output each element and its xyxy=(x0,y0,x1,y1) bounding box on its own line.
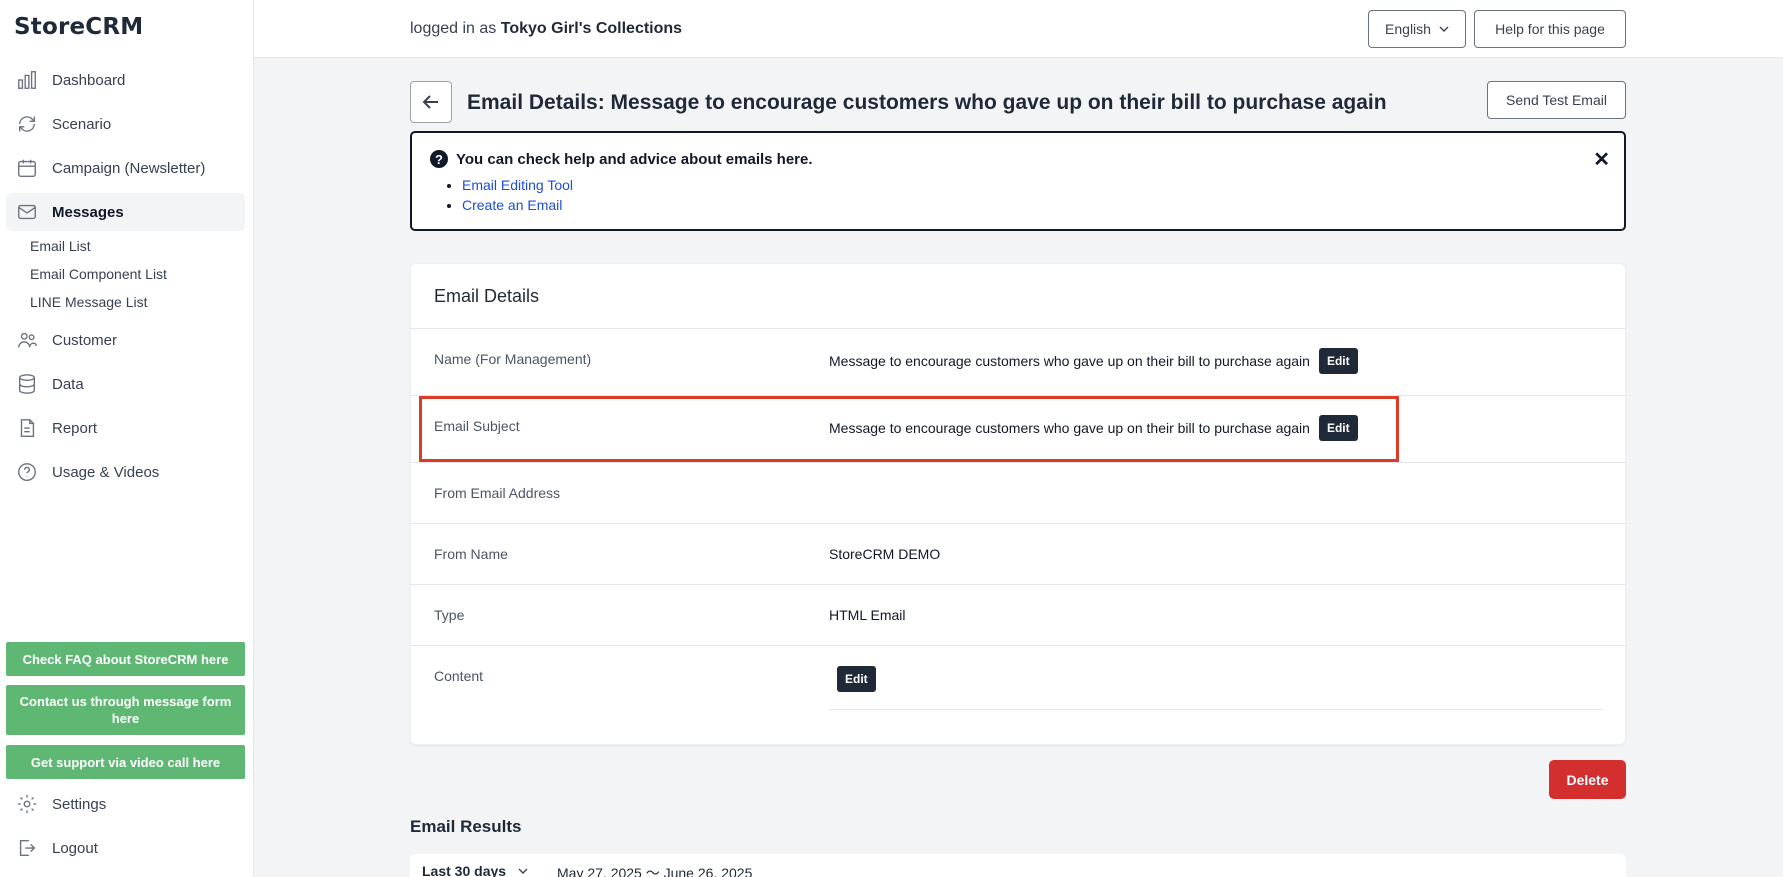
card-title: Email Details xyxy=(434,286,540,306)
question-icon: ? xyxy=(430,150,448,168)
close-icon[interactable]: ✕ xyxy=(1593,147,1610,172)
detail-value-text: StoreCRM DEMO xyxy=(829,546,941,562)
top-bar: logged in as Tokyo Girl's Collections En… xyxy=(254,0,1783,58)
faq-button[interactable]: Check FAQ about StoreCRM here xyxy=(6,642,245,676)
date-range-label: Last 30 days xyxy=(422,863,507,877)
help-link-create-email[interactable]: Create an Email xyxy=(462,197,562,213)
detail-row-from-name: From Name StoreCRM DEMO xyxy=(411,523,1627,584)
app-logo[interactable]: StoreCRM xyxy=(14,14,143,40)
envelope-icon xyxy=(16,201,38,223)
users-icon xyxy=(16,329,38,351)
help-box-title: ? You can check help and advice about em… xyxy=(430,150,813,168)
detail-row-content: Content Edit xyxy=(411,645,1627,745)
detail-label: Name (For Management) xyxy=(434,351,592,367)
sidebar-item-scenario[interactable]: Scenario xyxy=(6,105,245,143)
detail-value-text: Message to encourage customers who gave … xyxy=(829,353,1310,369)
database-icon xyxy=(16,373,38,395)
detail-row-name: Name (For Management) Message to encoura… xyxy=(411,328,1627,395)
sidebar-item-label: Dashboard xyxy=(52,71,126,89)
edit-content-button[interactable]: Edit xyxy=(837,666,876,692)
sidebar-item-customer[interactable]: Customer xyxy=(6,321,245,359)
sidebar-item-label: Messages xyxy=(52,203,124,221)
question-circle-icon xyxy=(16,461,38,483)
sidebar-item-label: Usage & Videos xyxy=(52,463,160,481)
sidebar-item-label: Settings xyxy=(52,795,107,813)
email-subject-highlight xyxy=(419,396,1399,462)
help-box-title-text: You can check help and advice about emai… xyxy=(456,150,813,168)
language-select[interactable]: English xyxy=(1368,10,1466,48)
calendar-icon xyxy=(16,157,38,179)
date-range-text: May 27, 2025 〜 June 26, 2025 xyxy=(557,865,753,877)
sidebar-subitem-line-message-list[interactable]: LINE Message List xyxy=(30,294,148,310)
sidebar-item-label: Report xyxy=(52,419,98,437)
sidebar-item-settings[interactable]: Settings xyxy=(6,785,245,823)
delete-button[interactable]: Delete xyxy=(1549,760,1626,799)
help-box: ? You can check help and advice about em… xyxy=(410,131,1626,231)
logout-icon xyxy=(16,837,38,859)
help-page-button[interactable]: Help for this page xyxy=(1474,10,1626,48)
detail-label: Content xyxy=(434,668,484,684)
sidebar-item-dashboard[interactable]: Dashboard xyxy=(6,61,245,99)
arrow-left-icon xyxy=(421,92,441,112)
help-links: Email Editing Tool Create an Email xyxy=(462,175,573,215)
back-button[interactable] xyxy=(410,81,452,123)
detail-value: Message to encourage customers who gave … xyxy=(829,348,1358,374)
sidebar-item-campaign[interactable]: Campaign (Newsletter) xyxy=(6,149,245,187)
chevron-down-icon xyxy=(1439,24,1449,34)
document-icon xyxy=(16,417,38,439)
sidebar-item-label: Logout xyxy=(52,839,98,857)
logged-in-prefix: logged in as xyxy=(410,20,497,37)
detail-label: From Name xyxy=(434,546,508,562)
sidebar-item-report[interactable]: Report xyxy=(6,409,245,447)
sidebar-subitem-email-list[interactable]: Email List xyxy=(30,238,91,254)
sidebar-item-label: Customer xyxy=(52,331,118,349)
logged-in-info: logged in as Tokyo Girl's Collections xyxy=(410,20,682,38)
gear-icon xyxy=(16,793,38,815)
send-test-email-button[interactable]: Send Test Email xyxy=(1487,81,1626,119)
sync-icon xyxy=(16,113,38,135)
detail-row-type: Type HTML Email xyxy=(411,584,1627,645)
sidebar-item-label: Data xyxy=(52,375,84,393)
content-divider xyxy=(829,709,1604,710)
video-support-button[interactable]: Get support via video call here xyxy=(6,745,245,779)
sidebar-item-label: Campaign (Newsletter) xyxy=(52,159,206,177)
sidebar: StoreCRM Dashboard Scenario Campaign (Ne… xyxy=(0,0,254,877)
detail-value: Edit xyxy=(828,666,876,692)
contact-form-button[interactable]: Contact us through message form here xyxy=(6,685,245,735)
help-link-email-editing-tool[interactable]: Email Editing Tool xyxy=(462,177,573,193)
detail-row-from-email: From Email Address xyxy=(411,462,1627,523)
email-results-title: Email Results xyxy=(410,817,522,836)
detail-label: From Email Address xyxy=(434,485,561,501)
detail-value-text: HTML Email xyxy=(829,607,906,623)
sidebar-item-usage-videos[interactable]: Usage & Videos xyxy=(6,453,245,491)
email-results-filter-bar: Last 30 days May 27, 2025 〜 June 26, 202… xyxy=(410,854,1626,877)
sidebar-subitem-email-component-list[interactable]: Email Component List xyxy=(30,266,167,282)
bar-chart-icon xyxy=(16,69,38,91)
email-details-card: Email Details Name (For Management) Mess… xyxy=(410,263,1627,745)
edit-name-button[interactable]: Edit xyxy=(1318,348,1358,374)
sidebar-item-label: Scenario xyxy=(52,115,112,133)
store-name: Tokyo Girl's Collections xyxy=(500,20,683,37)
sidebar-item-data[interactable]: Data xyxy=(6,365,245,403)
chevron-down-icon xyxy=(518,866,528,876)
date-range-select[interactable]: Last 30 days xyxy=(422,863,528,877)
sidebar-item-messages[interactable]: Messages xyxy=(6,193,245,231)
detail-label: Type xyxy=(434,607,465,623)
language-label: English xyxy=(1385,21,1431,37)
sidebar-item-logout[interactable]: Logout xyxy=(6,829,245,867)
page-title: Email Details: Message to encourage cust… xyxy=(467,91,1387,114)
